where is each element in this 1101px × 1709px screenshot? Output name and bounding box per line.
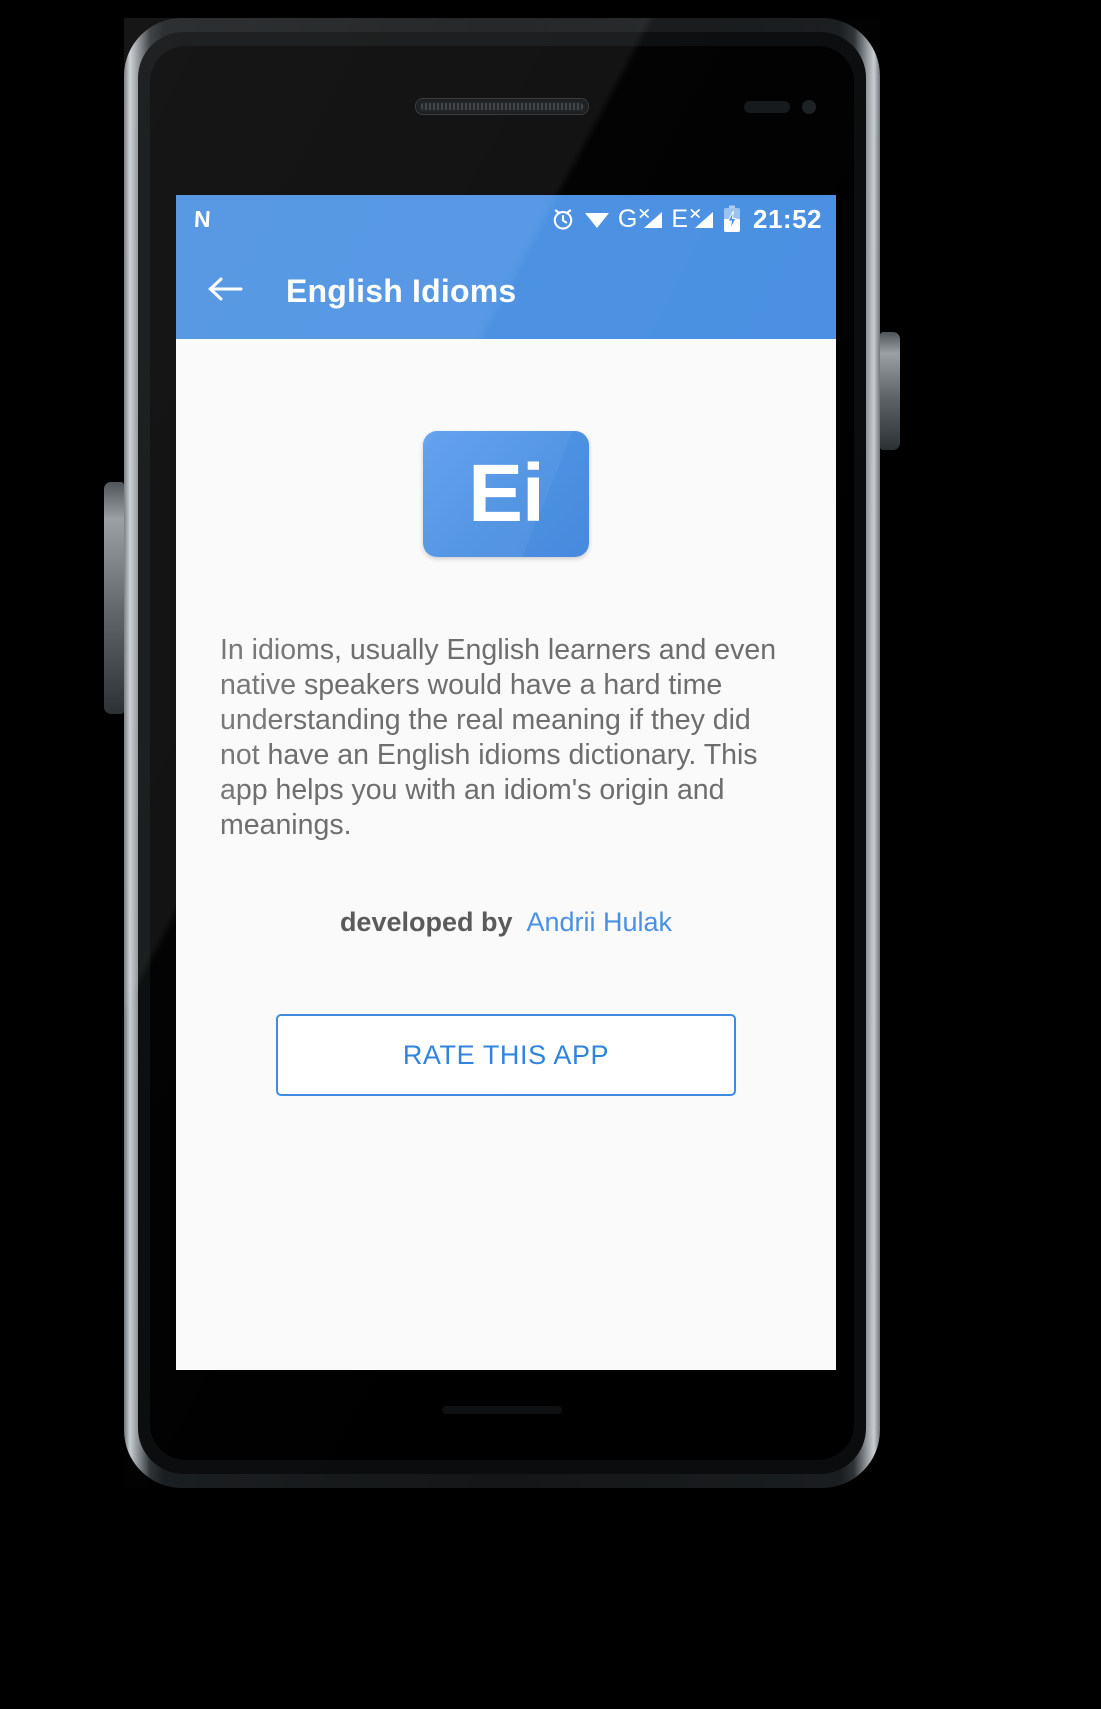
power-button[interactable] bbox=[880, 332, 900, 450]
status-bar-clock: 21:52 bbox=[753, 204, 822, 234]
phone-screen: N G E 21:52 English Idioms Ei In idioms,… bbox=[176, 195, 836, 1370]
light-sensor bbox=[802, 100, 816, 114]
back-button[interactable] bbox=[198, 263, 254, 319]
about-screen-content: Ei In idioms, usually English learners a… bbox=[176, 339, 836, 1370]
status-bar-left: N bbox=[193, 205, 211, 232]
volume-rocker-button[interactable] bbox=[104, 482, 124, 714]
status-bar: N G E 21:52 bbox=[176, 195, 836, 243]
earpiece-speaker bbox=[415, 98, 589, 115]
edge-letter: E bbox=[671, 204, 688, 233]
rate-button-container: RATE THIS APP bbox=[176, 1014, 836, 1096]
gprs-letter: G bbox=[617, 204, 638, 233]
edge-signal-icon: E bbox=[671, 204, 715, 233]
app-description-text: In idioms, usually English learners and … bbox=[220, 634, 777, 841]
bottom-speaker-grille bbox=[442, 1406, 562, 1414]
page-title: English Idioms bbox=[286, 272, 517, 309]
status-bar-right: G E 21:52 bbox=[550, 205, 822, 233]
app-bar: English Idioms bbox=[176, 243, 836, 339]
android-n-logo-icon: N bbox=[193, 205, 211, 232]
app-icon-container: Ei bbox=[176, 339, 836, 557]
developed-by-label: developed by bbox=[339, 907, 513, 937]
alarm-icon bbox=[550, 206, 576, 232]
gprs-signal-icon: G bbox=[617, 204, 664, 233]
rate-this-app-button[interactable]: RATE THIS APP bbox=[276, 1014, 736, 1096]
developer-credit-row: developed by Andrii Hulak bbox=[176, 907, 836, 938]
proximity-sensor bbox=[744, 101, 790, 113]
app-logo-icon: Ei bbox=[423, 431, 589, 557]
back-arrow-icon bbox=[207, 274, 245, 309]
developer-name-link[interactable]: Andrii Hulak bbox=[526, 907, 672, 938]
app-logo-text: Ei bbox=[468, 448, 544, 539]
battery-charging-icon bbox=[722, 205, 742, 233]
wifi-icon bbox=[583, 207, 611, 231]
